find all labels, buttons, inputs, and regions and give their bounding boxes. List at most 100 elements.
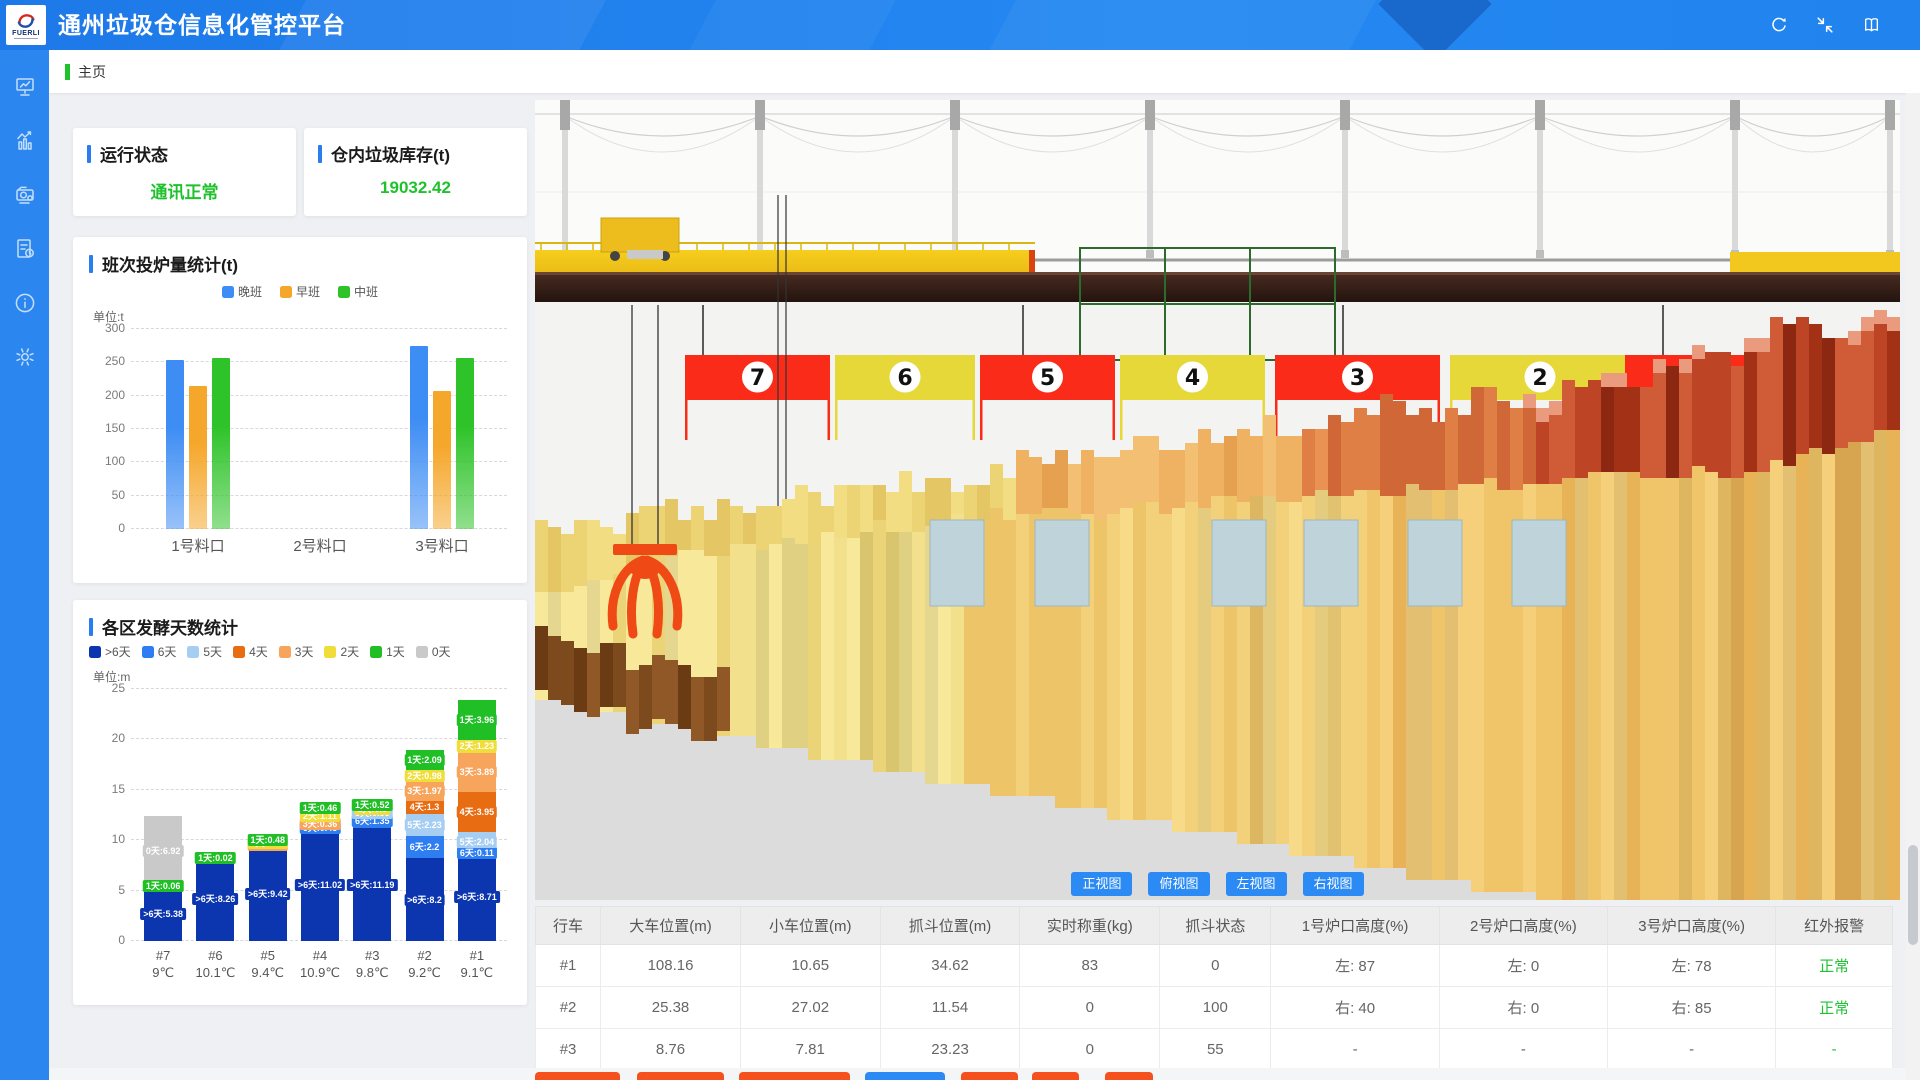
stacked-bar: >6天:8.261天:0.02 <box>196 858 234 941</box>
x-label: 2号料口 <box>259 535 381 556</box>
legend-item[interactable]: 中班 <box>338 283 378 300</box>
bottom-button-5[interactable] <box>961 1072 1018 1080</box>
x-label: #59.4℃ <box>242 947 294 981</box>
bottom-button-2[interactable] <box>637 1072 724 1080</box>
stack-segment: >6天:11.02 <box>301 830 339 941</box>
view-button-3[interactable]: 左视图 <box>1226 872 1287 896</box>
scrollbar[interactable] <box>1906 93 1920 1080</box>
legend-item[interactable]: 5天 <box>187 643 222 660</box>
chart-plot: 050100150200250300 <box>89 329 511 529</box>
bottom-button-7[interactable] <box>1105 1072 1153 1080</box>
view-button-4[interactable]: 右视图 <box>1303 872 1364 896</box>
table-cell: 25.38 <box>601 987 741 1029</box>
bar <box>166 360 184 529</box>
view-button-1[interactable]: 正视图 <box>1071 872 1132 896</box>
fermentation-chart-title: 各区发酵天数统计 <box>102 614 238 639</box>
bottom-button-1[interactable] <box>535 1072 620 1080</box>
stacked-bar: >6天:11.196天:1.355天:0.362天:0.31天:0.52 <box>353 803 391 941</box>
sidebar-item-info[interactable] <box>12 290 38 316</box>
x-label: #410.9℃ <box>294 947 346 981</box>
title-marker <box>89 255 93 273</box>
inventory-title: 仓内垃圾库存(t) <box>331 141 450 166</box>
table-header: 红外报警 <box>1776 907 1893 945</box>
segment-label: 6天:2.2 <box>407 841 443 853</box>
feed-opening <box>930 520 984 606</box>
legend-swatch <box>280 286 292 298</box>
bar <box>410 346 428 529</box>
y-axis-label: 10 <box>89 832 125 846</box>
legend-item[interactable]: 1天 <box>370 643 405 660</box>
header-decoration <box>968 0 1392 50</box>
table-header: 小车位置(m) <box>740 907 880 945</box>
scrollbar-thumb[interactable] <box>1908 845 1918 945</box>
fermentation-chart-card: 各区发酵天数统计 >6天6天5天4天3天2天1天0天 单位:m 05101520… <box>73 600 527 1005</box>
chart-plot: 0510152025>6天:5.381天:0.060天:6.92>6天:8.26… <box>89 689 511 941</box>
legend-item[interactable]: 6天 <box>142 643 177 660</box>
table-cell: 0 <box>1020 1029 1160 1071</box>
segment-label: 3天:3.89 <box>457 766 498 778</box>
y-axis-label: 300 <box>89 321 125 335</box>
warehouse-3d-view[interactable]: 7654321 <box>535 100 1900 900</box>
legend-item[interactable]: 3天 <box>279 643 314 660</box>
dashboard-screen-icon <box>13 75 37 99</box>
legend-swatch <box>279 646 291 658</box>
sidebar-item-dashboard-screen[interactable] <box>12 74 38 100</box>
shift-chart-unit: 单位:t <box>93 308 511 325</box>
legend-swatch <box>222 286 234 298</box>
table-cell: 108.16 <box>601 945 741 987</box>
bar-group <box>410 329 474 529</box>
feed-opening <box>1035 520 1089 606</box>
table-cell: 右: 0 <box>1439 987 1607 1029</box>
table-cell: - <box>1607 1029 1775 1071</box>
sidebar-item-monitor-camera[interactable] <box>12 182 38 208</box>
x-axis-labels: #79℃#610.1℃#59.4℃#410.9℃#39.8℃#29.2℃#19.… <box>137 947 503 981</box>
title-marker <box>318 145 322 163</box>
bottom-button-6[interactable] <box>1032 1072 1079 1080</box>
manual-icon[interactable] <box>1861 15 1882 35</box>
bar <box>433 391 451 529</box>
segment-label: >6天:11.19 <box>347 879 397 891</box>
bottom-button-4[interactable] <box>865 1072 945 1080</box>
stack-segment: 3天:1.97 <box>406 781 444 801</box>
segment-label: >6天:11.02 <box>295 879 345 891</box>
stack-segment: 3天:3.89 <box>458 753 496 792</box>
sidebar-item-report-document[interactable] <box>12 236 38 262</box>
sidebar-item-statistics-chart[interactable] <box>12 128 38 154</box>
stack-segment: 1天:0.48 <box>249 837 287 842</box>
legend-swatch <box>187 646 199 658</box>
shift-chart-legend: 晚班 早班 中班 <box>89 283 511 300</box>
legend-item[interactable]: 0天 <box>416 643 451 660</box>
sidebar-item-settings[interactable] <box>12 344 38 370</box>
breadcrumb-marker <box>65 64 70 80</box>
legend-item[interactable]: 2天 <box>324 643 359 660</box>
inventory-value: 19032.42 <box>318 178 513 198</box>
legend-item[interactable]: 晚班 <box>222 283 262 300</box>
page-title: 通州垃圾仓信息化管控平台 <box>58 0 346 50</box>
breadcrumb-label[interactable]: 主页 <box>78 62 106 82</box>
legend-item[interactable]: 早班 <box>280 283 320 300</box>
legend-item[interactable]: 4天 <box>233 643 268 660</box>
view-button-2[interactable]: 俯视图 <box>1148 872 1209 896</box>
bars-area <box>137 329 503 529</box>
run-status-value: 通讯正常 <box>87 178 282 203</box>
bottom-button-3[interactable] <box>739 1072 850 1080</box>
shift-output-chart[interactable]: 0501001502002503001号料口2号料口3号料口 <box>89 329 511 556</box>
svg-text:3: 3 <box>1350 366 1365 391</box>
refresh-icon[interactable] <box>1769 15 1789 35</box>
exit-fullscreen-icon[interactable] <box>1815 15 1835 35</box>
fermentation-days-chart[interactable]: 0510152025>6天:5.381天:0.060天:6.92>6天:8.26… <box>89 689 511 981</box>
y-axis-label: 50 <box>89 488 125 502</box>
legend-swatch <box>338 286 350 298</box>
stack-segment: 3天:0.36 <box>301 822 339 826</box>
legend-item[interactable]: >6天 <box>89 643 131 660</box>
segment-label: 1天:0.02 <box>195 852 236 864</box>
stack-segment: >6天:5.38 <box>144 887 182 941</box>
breadcrumb: 主页 <box>49 50 1920 93</box>
stacked-bar: >6天:8.26天:2.25天:2.234天:1.33天:1.972天:0.98… <box>406 750 444 941</box>
y-axis-label: 250 <box>89 354 125 368</box>
settings-icon <box>13 345 37 369</box>
stack-segment: 5天:2.23 <box>406 814 444 836</box>
app: FUERLI 通州垃圾仓信息化管控平台 主页 运行状态 通讯正常 <box>0 0 1920 1080</box>
bar <box>212 358 230 529</box>
y-axis-label: 0 <box>89 933 125 947</box>
